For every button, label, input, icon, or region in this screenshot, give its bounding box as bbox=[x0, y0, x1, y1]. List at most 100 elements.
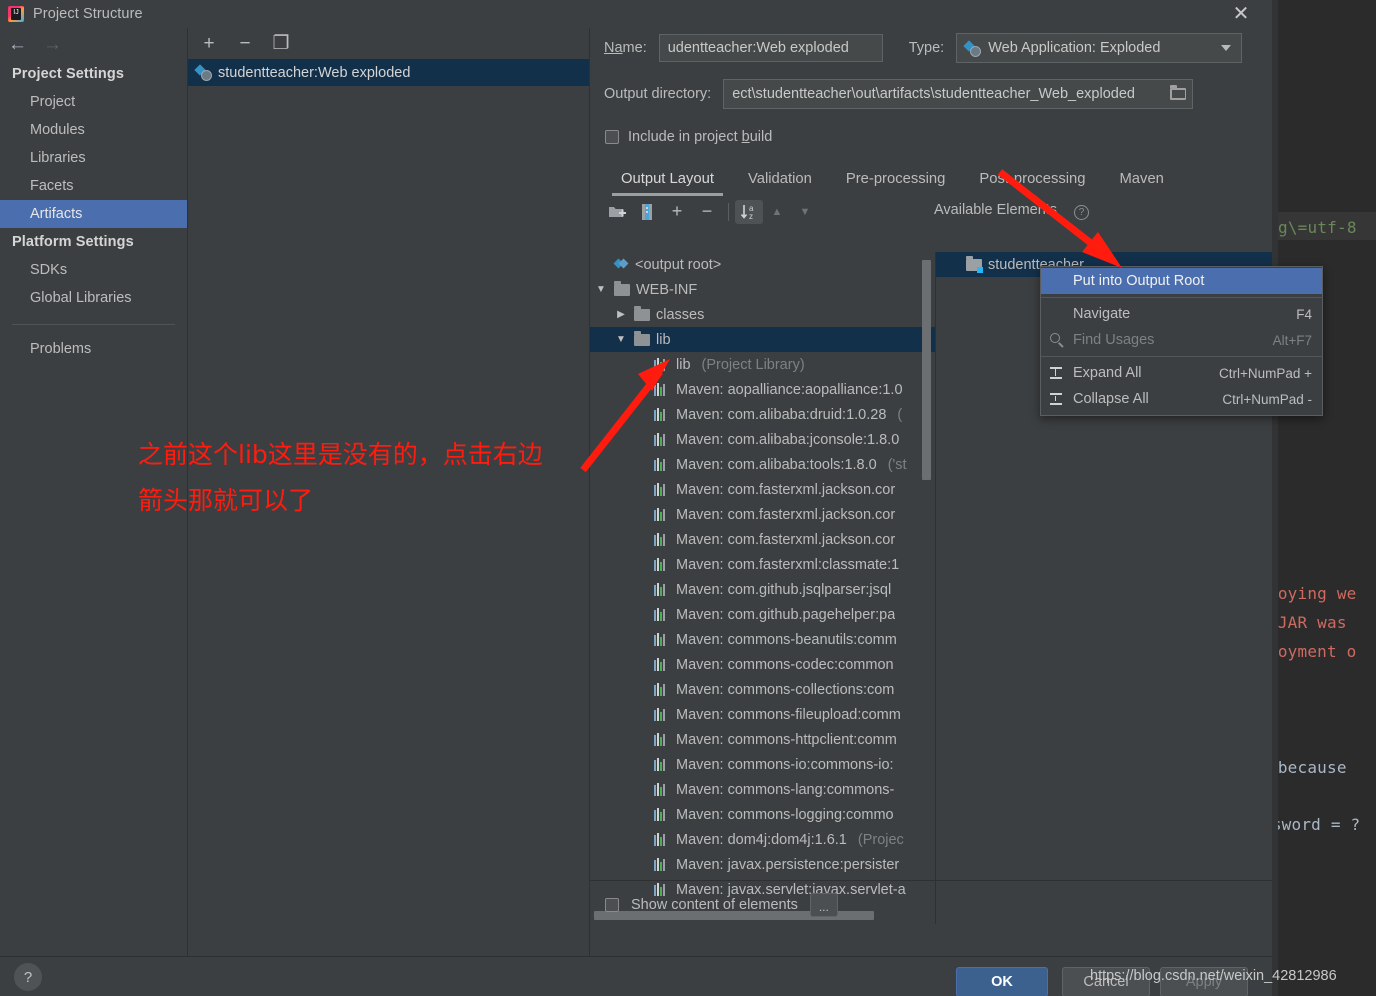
tree-row[interactable]: Maven: com.fasterxml.jackson.cor bbox=[590, 527, 935, 552]
artifacts-toolbar: + − ❐ bbox=[188, 28, 589, 59]
output-directory-label: Output directory: bbox=[604, 86, 712, 102]
tree-row[interactable]: Maven: commons-logging:commo bbox=[590, 802, 935, 827]
tree-row[interactable]: Maven: commons-fileupload:comm bbox=[590, 702, 935, 727]
tab-maven[interactable]: Maven bbox=[1102, 162, 1180, 196]
remove-artifact-button[interactable]: − bbox=[236, 34, 254, 53]
svg-text:z: z bbox=[749, 212, 753, 221]
library-icon bbox=[654, 658, 670, 671]
tree-row-suffix: ( bbox=[897, 406, 903, 423]
menu-item-label: Find Usages bbox=[1073, 332, 1155, 348]
sidebar-group-header: Project Settings bbox=[12, 66, 124, 82]
menu-item-expand-all[interactable]: Expand All Ctrl+NumPad + bbox=[1041, 360, 1322, 386]
tree-row[interactable]: Maven: com.github.pagehelper:pa bbox=[590, 602, 935, 627]
module-folder-icon bbox=[966, 255, 983, 273]
library-icon bbox=[654, 858, 670, 871]
sidebar-item-facets[interactable]: Facets bbox=[0, 172, 187, 200]
sidebar-item-modules[interactable]: Modules bbox=[0, 116, 187, 144]
tree-row[interactable]: Maven: com.fasterxml.jackson.cor bbox=[590, 502, 935, 527]
sidebar-nav-arrows: ← → bbox=[0, 28, 187, 60]
ok-button[interactable]: OK bbox=[956, 967, 1048, 996]
tree-row[interactable]: <output root> bbox=[590, 252, 935, 277]
artifact-name-input[interactable]: udentteacher:Web exploded bbox=[658, 34, 883, 62]
library-icon bbox=[654, 433, 670, 446]
forward-arrow-icon[interactable]: → bbox=[43, 35, 62, 54]
tree-vertical-scrollbar[interactable] bbox=[922, 260, 931, 480]
artifact-list-item[interactable]: studentteacher:Web exploded bbox=[188, 59, 589, 86]
sidebar-item-global-libraries[interactable]: Global Libraries bbox=[0, 284, 187, 312]
folder-icon bbox=[634, 305, 650, 321]
menu-item-navigate[interactable]: Navigate F4 bbox=[1041, 301, 1322, 327]
menu-item-label: Put into Output Root bbox=[1073, 273, 1205, 289]
add-artifact-button[interactable]: + bbox=[200, 34, 218, 53]
chevron-down-icon[interactable]: ▼ bbox=[614, 334, 628, 345]
tree-row[interactable]: Maven: aopalliance:aopalliance:1.0 bbox=[590, 377, 935, 402]
name-label: Name: bbox=[604, 40, 647, 56]
move-up-button[interactable]: ▲ bbox=[763, 206, 791, 218]
tree-row-label: Maven: com.alibaba:tools:1.8.0 bbox=[676, 456, 877, 473]
tree-row[interactable]: ▼ WEB-INF bbox=[590, 277, 935, 302]
menu-item-collapse-all[interactable]: Collapse All Ctrl+NumPad - bbox=[1041, 386, 1322, 412]
remove-element-button[interactable]: − bbox=[692, 201, 722, 222]
tree-row[interactable]: Maven: commons-collections:com bbox=[590, 677, 935, 702]
dialog-title: Project Structure bbox=[33, 6, 143, 22]
tree-row-label: <output root> bbox=[635, 256, 722, 273]
tree-row[interactable]: Maven: com.github.jsqlparser:jsql bbox=[590, 577, 935, 602]
include-in-build-checkbox[interactable] bbox=[605, 130, 619, 144]
tree-row[interactable]: Maven: com.alibaba:druid:1.0.28 ( bbox=[590, 402, 935, 427]
include-in-build-row[interactable]: Include in project build bbox=[590, 120, 1272, 154]
tree-row[interactable]: ▼ lib bbox=[590, 327, 935, 352]
detail-tabs: Output Layout Validation Pre-processing Pos… bbox=[590, 162, 1272, 196]
close-icon[interactable]: ✕ bbox=[1224, 0, 1258, 28]
artifact-detail-pane: Name: udentteacher:Web exploded Type: We… bbox=[590, 28, 1272, 956]
chevron-right-icon[interactable]: ▶ bbox=[614, 309, 628, 320]
artifact-type-select[interactable]: Web Application: Exploded bbox=[956, 33, 1243, 63]
library-icon bbox=[654, 708, 670, 721]
tab-validation[interactable]: Validation bbox=[731, 162, 829, 196]
tree-row[interactable]: Maven: javax.persistence:persister bbox=[590, 852, 935, 877]
tree-row[interactable]: Maven: com.fasterxml:classmate:1 bbox=[590, 552, 935, 577]
sort-elements-button[interactable]: az bbox=[735, 199, 763, 224]
menu-item-label: Collapse All bbox=[1073, 391, 1149, 407]
tree-row[interactable]: Maven: commons-lang:commons- bbox=[590, 777, 935, 802]
create-directory-icon[interactable] bbox=[602, 204, 632, 219]
browse-folder-button[interactable] bbox=[1164, 80, 1193, 108]
help-button[interactable]: ? bbox=[14, 963, 42, 991]
menu-item-put-into-output-root[interactable]: Put into Output Root bbox=[1041, 268, 1322, 294]
menu-item-shortcut: Alt+F7 bbox=[1272, 332, 1312, 348]
help-circle-icon[interactable]: ? bbox=[1074, 205, 1089, 220]
tree-row[interactable]: lib (Project Library) bbox=[590, 352, 935, 377]
sidebar-item-artifacts[interactable]: Artifacts bbox=[0, 200, 187, 228]
tree-row[interactable]: ▶ classes bbox=[590, 302, 935, 327]
sidebar-item-sdks[interactable]: SDKs bbox=[0, 256, 187, 284]
tab-pre-processing[interactable]: Pre-processing bbox=[829, 162, 963, 196]
show-content-checkbox[interactable] bbox=[605, 897, 619, 912]
copy-artifact-button[interactable]: ❐ bbox=[272, 34, 290, 53]
tree-row[interactable]: Maven: commons-io:commons-io: bbox=[590, 752, 935, 777]
tree-row[interactable]: Maven: com.alibaba:jconsole:1.8.0 bbox=[590, 427, 935, 452]
tree-row[interactable]: Maven: commons-beanutils:comm bbox=[590, 627, 935, 652]
folder-icon bbox=[634, 330, 650, 346]
library-icon bbox=[654, 383, 670, 396]
tree-row[interactable]: Maven: com.alibaba:tools:1.8.0 ('st bbox=[590, 452, 935, 477]
sidebar-item-project[interactable]: Project bbox=[0, 88, 187, 116]
tab-output-layout[interactable]: Output Layout bbox=[604, 162, 731, 196]
tree-row[interactable]: Maven: commons-httpclient:comm bbox=[590, 727, 935, 752]
add-element-button[interactable]: + bbox=[662, 201, 692, 222]
library-icon bbox=[654, 683, 670, 696]
output-directory-input[interactable]: ect\studentteacher\out\artifacts\student… bbox=[723, 79, 1194, 109]
context-menu: Put into Output Root Navigate F4 Find Usage… bbox=[1040, 266, 1323, 416]
tree-row[interactable]: Maven: com.fasterxml.jackson.cor bbox=[590, 477, 935, 502]
tree-row-label: lib bbox=[656, 331, 671, 348]
more-options-button[interactable]: ... bbox=[809, 892, 838, 917]
sidebar-item-problems[interactable]: Problems bbox=[0, 335, 187, 363]
tree-row[interactable]: Maven: dom4j:dom4j:1.6.1 (Projec bbox=[590, 827, 935, 852]
back-arrow-icon[interactable]: ← bbox=[8, 35, 27, 54]
move-down-button[interactable]: ▼ bbox=[791, 206, 819, 218]
library-icon bbox=[654, 558, 670, 571]
create-archive-icon[interactable] bbox=[632, 203, 662, 220]
tree-row-label: Maven: com.github.pagehelper:pa bbox=[676, 606, 896, 623]
chevron-down-icon[interactable]: ▼ bbox=[594, 284, 608, 295]
tab-post-processing[interactable]: Post-processing bbox=[962, 162, 1102, 196]
tree-row[interactable]: Maven: commons-codec:common bbox=[590, 652, 935, 677]
sidebar-item-libraries[interactable]: Libraries bbox=[0, 144, 187, 172]
